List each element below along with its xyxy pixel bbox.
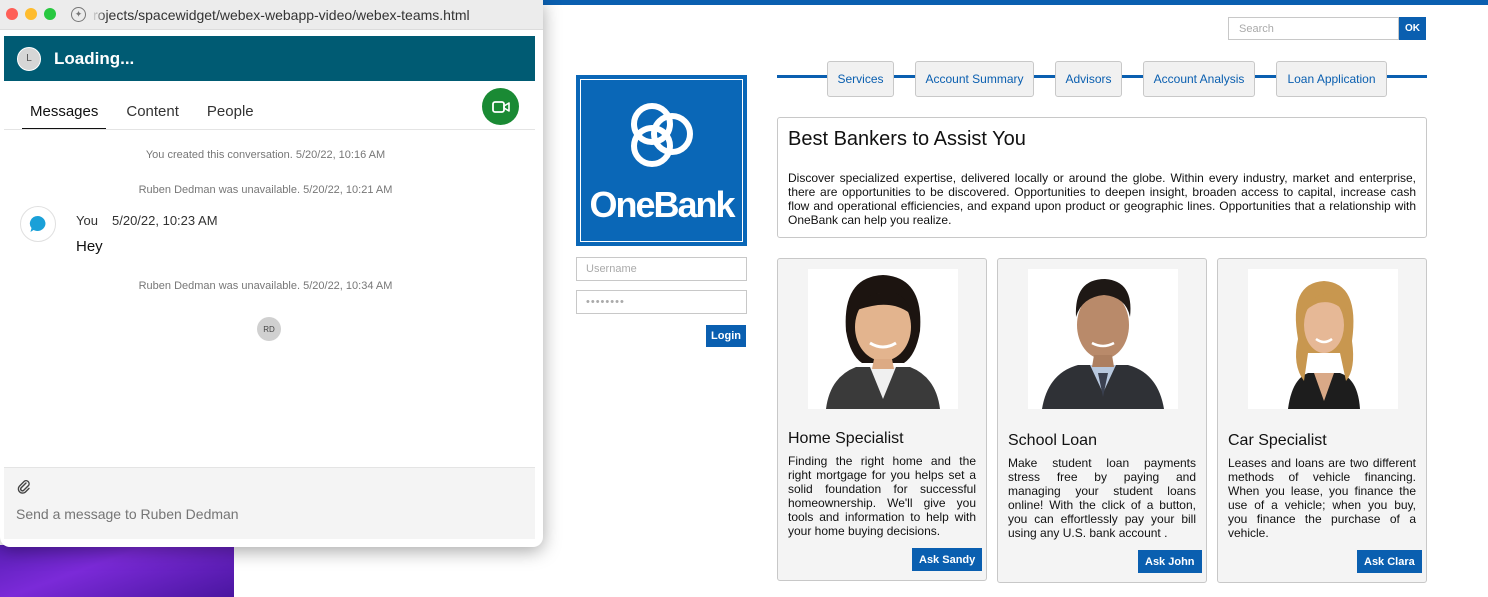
minimize-window-button[interactable]	[25, 8, 37, 20]
chat-tabs: Messages Content People	[22, 97, 274, 130]
tab-messages[interactable]: Messages	[22, 97, 107, 130]
card-title: Home Specialist	[788, 430, 904, 447]
video-call-button[interactable]	[482, 88, 519, 125]
card-home-specialist: Home Specialist Finding the right home a…	[777, 258, 987, 581]
card-school-loan: School Loan Make student loan payments s…	[997, 258, 1207, 583]
url-text: rojects/spacewidget/webex-webapp-video/w…	[93, 7, 470, 23]
video-camera-icon	[491, 100, 510, 113]
nav-account-summary[interactable]: Account Summary	[915, 61, 1034, 97]
system-message: Ruben Dedman was unavailable. 5/20/22, 1…	[138, 280, 393, 292]
system-message: Ruben Dedman was unavailable. 5/20/22, 1…	[138, 184, 393, 196]
desktop-wallpaper	[0, 545, 234, 597]
nav-advisors[interactable]: Advisors	[1055, 61, 1122, 97]
intro-title: Best Bankers to Assist You	[788, 128, 1026, 150]
message-composer	[4, 467, 535, 539]
card-text: Make student loan payments stress free b…	[1008, 456, 1196, 540]
intro-panel: Best Bankers to Assist You Discover spec…	[777, 117, 1427, 238]
tabs-divider	[4, 129, 535, 130]
tab-people[interactable]: People	[199, 97, 262, 130]
ask-sandy-button[interactable]: Ask Sandy	[912, 548, 983, 571]
close-window-button[interactable]	[6, 8, 18, 20]
banker-photo-sandy	[808, 269, 958, 409]
chat-window: ✦ rojects/spacewidget/webex-webapp-video…	[0, 0, 543, 547]
search-input[interactable]: Search	[1228, 17, 1399, 40]
top-accent-bar	[543, 0, 1488, 5]
banker-photo-clara	[1248, 269, 1398, 409]
read-receipt-avatar: RD	[257, 317, 281, 341]
paperclip-icon[interactable]	[16, 479, 32, 495]
banker-photo-john	[1028, 269, 1178, 409]
self-avatar	[20, 206, 56, 242]
chat-header: L Loading...	[4, 36, 535, 81]
card-car-specialist: Car Specialist Leases and loans are two …	[1217, 258, 1427, 583]
space-avatar: L	[17, 46, 41, 71]
username-input[interactable]: Username	[576, 257, 747, 281]
card-title: Car Specialist	[1228, 432, 1327, 449]
card-title: School Loan	[1008, 432, 1097, 449]
chat-title: Loading...	[54, 48, 135, 68]
message-timestamp: 5/20/22, 10:23 AM	[112, 213, 218, 228]
search-button[interactable]: OK	[1399, 17, 1426, 40]
zoom-window-button[interactable]	[44, 8, 56, 20]
nav-account-analysis[interactable]: Account Analysis	[1143, 61, 1255, 97]
card-text: Finding the right home and the right mor…	[788, 454, 976, 538]
tab-content[interactable]: Content	[118, 97, 187, 130]
window-titlebar: ✦ rojects/spacewidget/webex-webapp-video…	[0, 0, 543, 30]
message-input[interactable]	[16, 506, 521, 522]
message-text: Hey	[76, 238, 103, 255]
nav-loan-application[interactable]: Loan Application	[1276, 61, 1387, 97]
nav-services[interactable]: Services	[827, 61, 894, 97]
chat-bubble-icon	[29, 215, 46, 232]
rings-logo-icon	[631, 103, 693, 167]
compass-icon: ✦	[71, 7, 86, 22]
intro-text: Discover specialized expertise, delivere…	[788, 171, 1416, 227]
message-sender: You	[76, 213, 98, 228]
password-input[interactable]: ••••••••	[576, 290, 747, 314]
logo-text: OneBank	[589, 184, 735, 225]
url-fade	[88, 4, 106, 26]
ask-john-button[interactable]: Ask John	[1138, 550, 1202, 573]
ask-clara-button[interactable]: Ask Clara	[1357, 550, 1422, 573]
onebank-logo: OneBank	[576, 75, 747, 246]
login-button[interactable]: Login	[706, 325, 746, 347]
system-message: You created this conversation. 5/20/22, …	[145, 149, 386, 161]
card-text: Leases and loans are two different metho…	[1228, 456, 1416, 540]
